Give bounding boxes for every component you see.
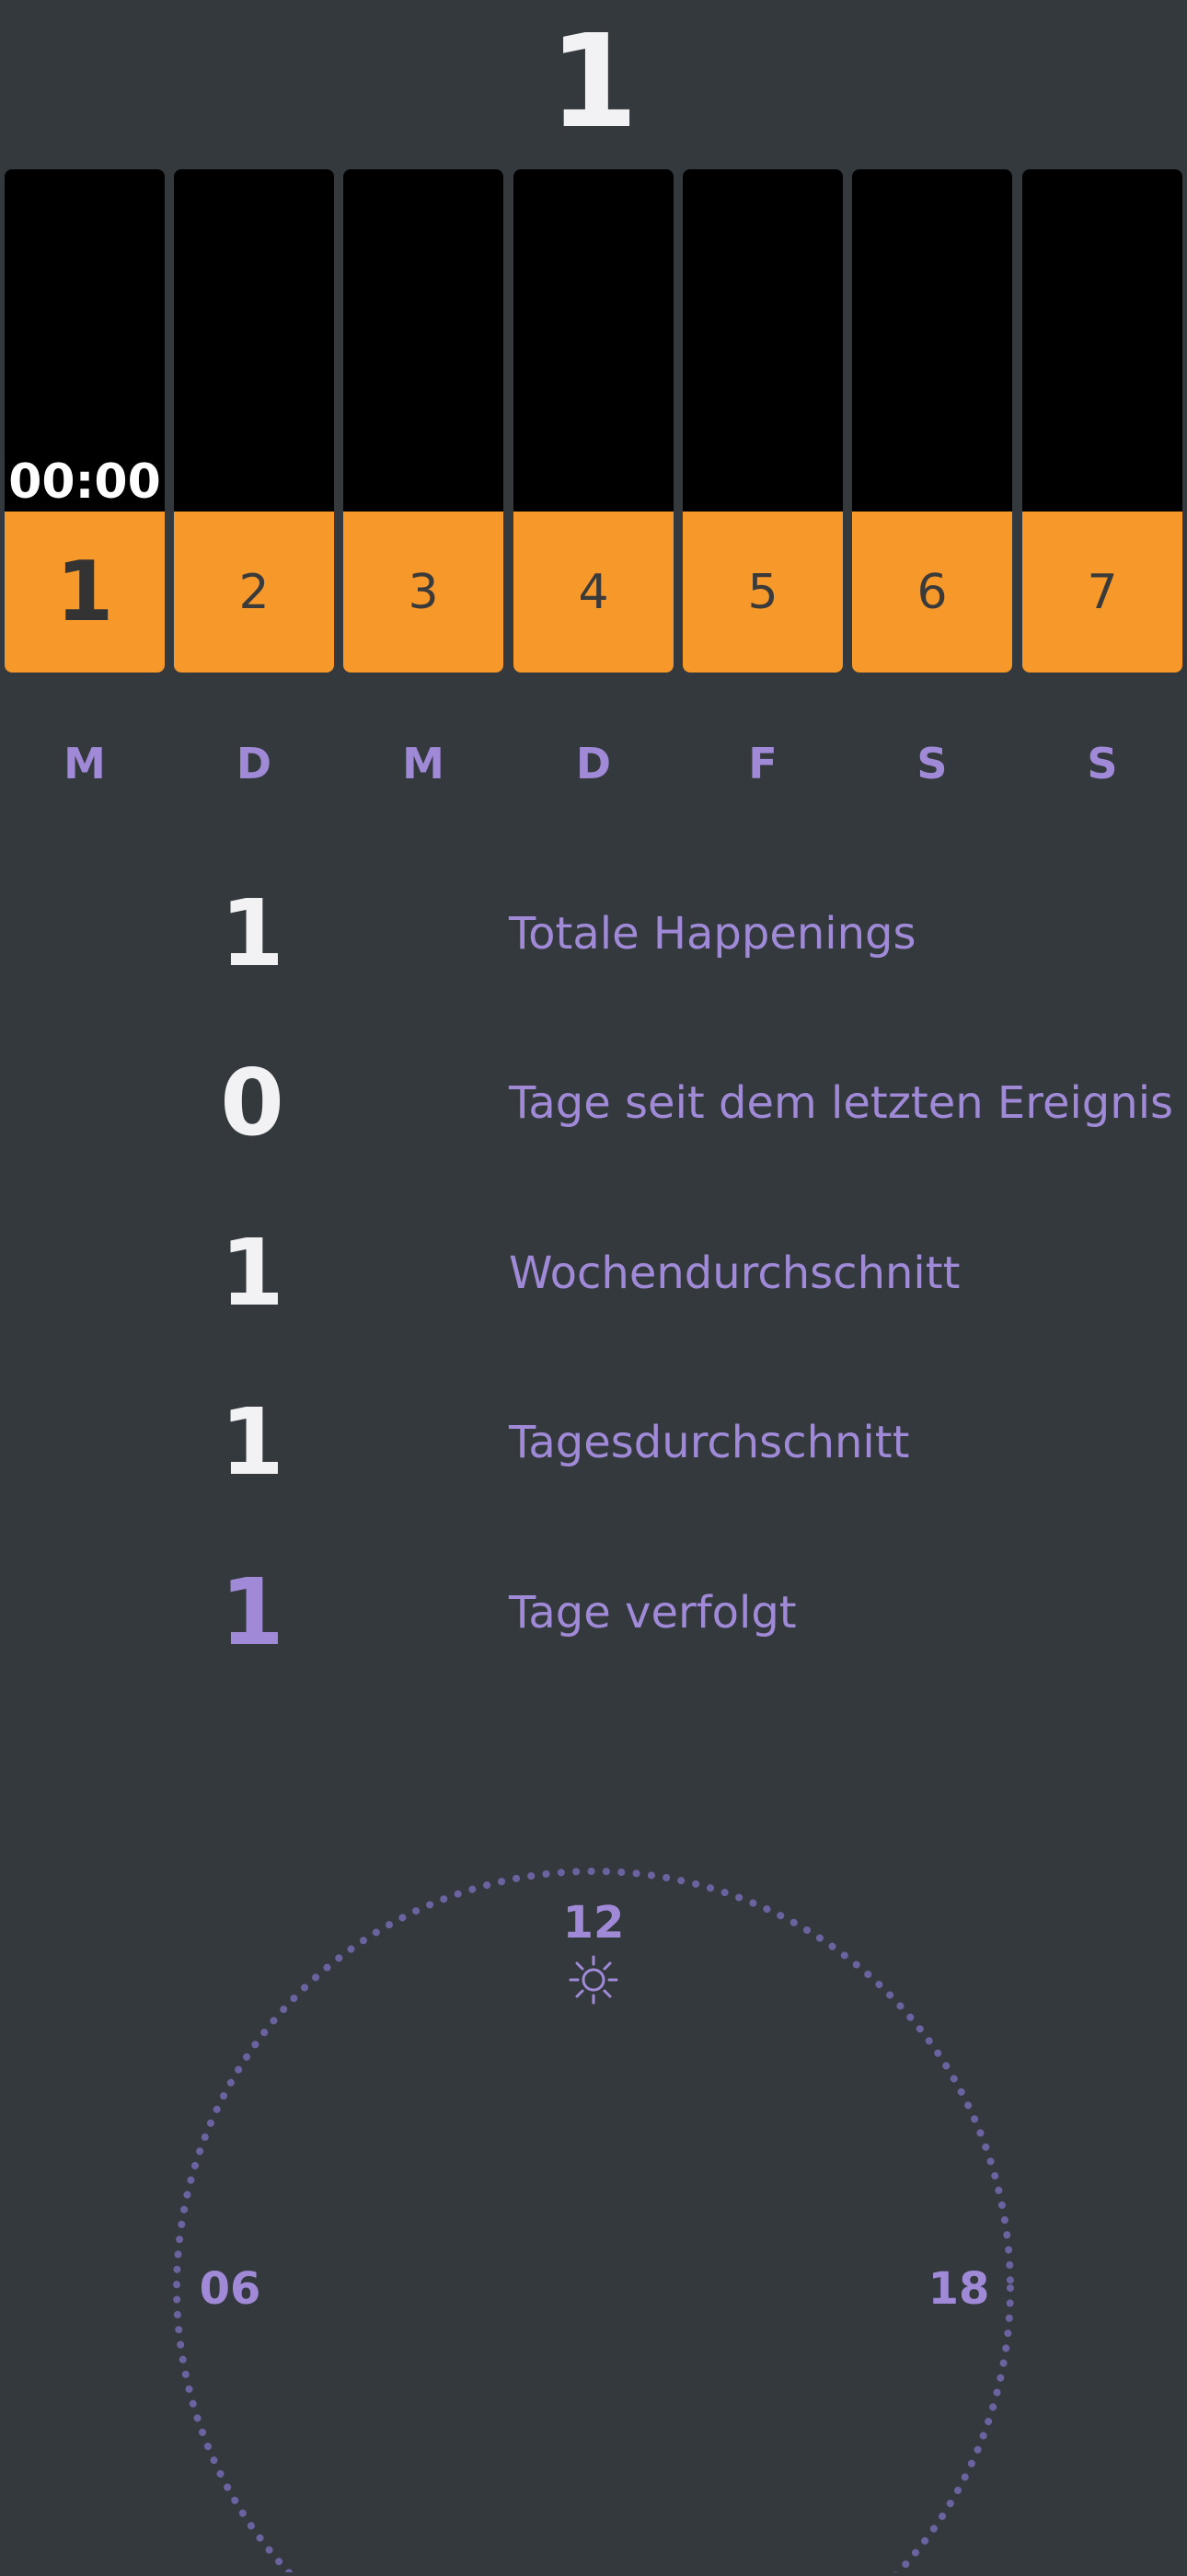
- time-of-day-dial: 12 06 18: [0, 1822, 1187, 2576]
- day-column-1[interactable]: 00:00 1: [5, 169, 165, 673]
- day-column-5[interactable]: 5: [683, 169, 843, 673]
- stat-days-since-last: 0 Tage seit dem letzten Ereignis: [0, 1048, 1187, 1158]
- weekday-label: D: [236, 739, 272, 788]
- weekday-label: D: [575, 739, 612, 788]
- day-number-1: 1: [5, 512, 165, 673]
- day-column-3[interactable]: 3: [343, 169, 503, 673]
- dial-label-06: 06: [199, 2263, 261, 2315]
- stat-value: 0: [220, 1049, 284, 1156]
- day-column-2[interactable]: 2: [174, 169, 334, 673]
- day-column-4[interactable]: 4: [513, 169, 674, 673]
- stat-weekly-average: 1 Wochendurchschnitt: [0, 1218, 1187, 1328]
- weekday-label: F: [748, 739, 778, 788]
- dial-label-12: 12: [562, 1897, 625, 1949]
- day-number-3: 3: [343, 512, 503, 673]
- day-column-7[interactable]: 7: [1022, 169, 1182, 673]
- stat-days-tracked: 1 Tage verfolgt: [0, 1558, 1187, 1668]
- stat-value: 1: [220, 1219, 284, 1327]
- stat-label: Tage verfolgt: [509, 1587, 797, 1639]
- stat-label: Wochendurchschnitt: [509, 1248, 961, 1299]
- total-count-header: 1: [548, 7, 639, 157]
- stat-value: 1: [220, 880, 284, 987]
- day-column-6[interactable]: 6: [852, 169, 1012, 673]
- day-number-7: 7: [1022, 512, 1182, 673]
- day-number-2: 2: [174, 512, 334, 673]
- week-chart: 00:00 1 2 3 4 5 6 7: [0, 169, 1187, 673]
- weekday-label: M: [63, 739, 106, 788]
- stat-label: Tagesdurchschnitt: [509, 1417, 910, 1468]
- stat-label: Totale Happenings: [509, 908, 916, 960]
- day-time-label: 00:00: [8, 454, 161, 510]
- stat-total-happenings: 1 Totale Happenings: [0, 879, 1187, 989]
- day-number-5: 5: [683, 512, 843, 673]
- day-number-6: 6: [852, 512, 1012, 673]
- stat-label: Tage seit dem letzten Ereignis: [509, 1077, 1174, 1129]
- sun-icon: [569, 1955, 618, 2005]
- dial-label-18: 18: [928, 2263, 990, 2315]
- stat-value: 1: [220, 1388, 284, 1496]
- weekday-label: S: [916, 739, 948, 788]
- day-number-4: 4: [513, 512, 674, 673]
- weekday-label: S: [1087, 739, 1118, 788]
- stat-daily-average: 1 Tagesdurchschnitt: [0, 1387, 1187, 1498]
- stat-value: 1: [220, 1558, 284, 1666]
- weekday-label: M: [402, 739, 444, 788]
